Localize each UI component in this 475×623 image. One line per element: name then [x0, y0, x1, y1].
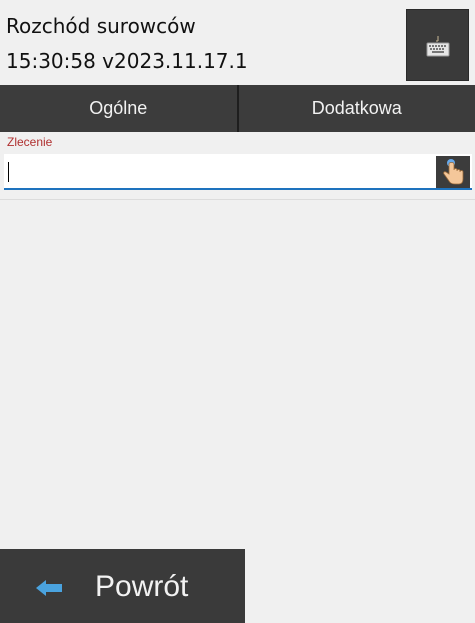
zlecenie-input[interactable] [4, 154, 472, 190]
divider [0, 199, 475, 200]
hand-pointer-icon [443, 159, 464, 185]
tab-dodatkowa[interactable]: Dodatkowa [236, 85, 475, 132]
keyboard-button[interactable] [406, 9, 469, 81]
zlecenie-label: Zlecenie [7, 135, 53, 149]
tab-ogolne[interactable]: Ogólne [0, 85, 237, 132]
tab-bar: Ogólne Dodatkowa [0, 85, 475, 132]
back-button-label: Powrót [95, 570, 189, 603]
page-title: Rozchód surowców [6, 14, 196, 38]
header: Rozchód surowców 15:30:58 v2023.11.17.1 [0, 0, 475, 84]
time-version-text: 15:30:58 v2023.11.17.1 [6, 49, 248, 73]
text-caret [8, 162, 9, 182]
back-button[interactable]: Powrót [0, 549, 245, 623]
touch-input-button[interactable] [436, 156, 470, 188]
keyboard-icon [426, 36, 450, 57]
arrow-left-icon [36, 580, 62, 596]
